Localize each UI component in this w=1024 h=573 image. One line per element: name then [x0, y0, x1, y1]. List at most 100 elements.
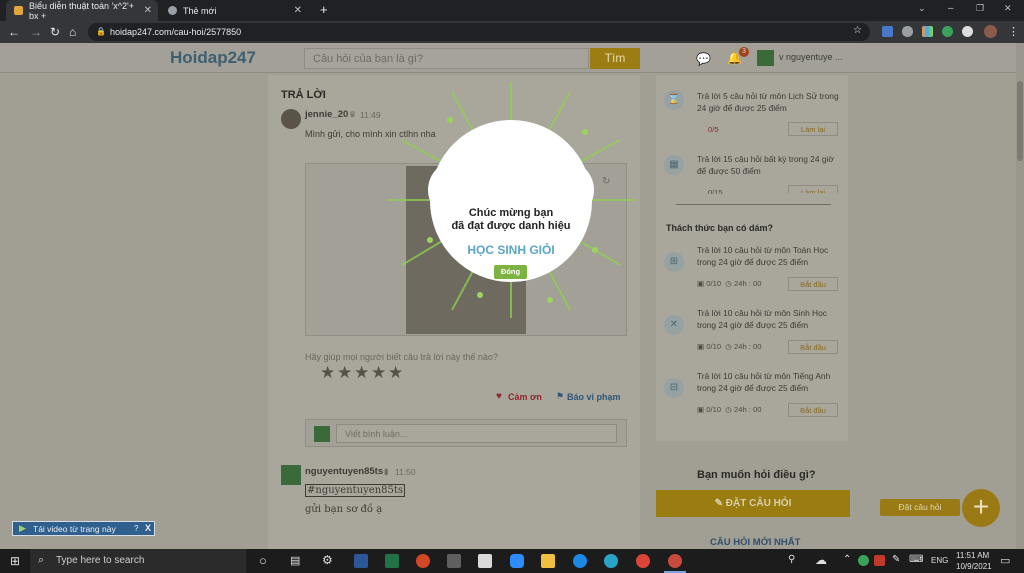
address-bar[interactable]: 🔒 hoidap247.com/cau-hoi/2577850 ☆ [88, 23, 870, 41]
thanks-button[interactable]: Cảm ơn [508, 392, 542, 402]
pen-icon[interactable]: ✎ [892, 554, 900, 565]
profile-avatar[interactable] [984, 25, 997, 38]
search-button[interactable]: Tìm [590, 48, 640, 69]
close-icon[interactable]: X [145, 523, 151, 533]
video-download-bar[interactable]: ▶ Tải video từ trang này ? X [12, 521, 155, 536]
zalo-icon[interactable] [573, 554, 587, 568]
challenge-progress: ▣ 0/10 ◷ 24h : 00 [697, 279, 762, 288]
answer-username[interactable]: nguyentuyen85ts [305, 466, 383, 477]
task-progress: 0/5 [708, 125, 719, 134]
heart-icon: ♥ [496, 391, 502, 402]
username-label[interactable]: v nguyentuye ... [779, 52, 843, 62]
glasses-ext-icon[interactable] [902, 26, 913, 37]
chrome-favicon-icon [168, 6, 177, 15]
new-tab-button[interactable]: + [320, 2, 328, 17]
back-arrow-icon[interactable]: ← [8, 25, 20, 39]
bookmark-star-icon[interactable]: ☆ [853, 25, 862, 36]
answer-text: gửi bạn sơ đồ ạ [305, 504, 383, 515]
rating-star-icon[interactable]: ★ [388, 363, 403, 383]
edge-icon[interactable] [604, 554, 618, 568]
word-icon[interactable] [354, 554, 368, 568]
tray-chevron-icon[interactable]: ⌃ [843, 554, 851, 565]
ask-question-button[interactable]: ✎ ĐẶT CÂU HỎI [656, 490, 850, 517]
task-view-icon[interactable]: ▤ [290, 554, 300, 567]
minimize-icon[interactable]: – [948, 3, 954, 14]
answer-avatar [281, 465, 301, 485]
tab-search-icon[interactable]: ⌄ [918, 3, 926, 14]
tab-close-icon[interactable]: ✕ [294, 5, 302, 16]
comment-avatar [314, 426, 330, 442]
clock-date[interactable]: 10/9/2021 [956, 562, 992, 571]
user-avatar[interactable] [757, 50, 774, 66]
popup-close-button[interactable]: Đóng [494, 265, 527, 279]
close-window-icon[interactable]: ✕ [1004, 3, 1012, 14]
translate-ext-icon[interactable] [882, 26, 893, 37]
chat-icon[interactable]: 💬 [696, 52, 711, 66]
people-icon[interactable]: ⚲ [788, 554, 795, 565]
home-icon[interactable]: ⌂ [69, 25, 76, 39]
tab-new[interactable]: Thẻ mới ✕ [160, 0, 308, 21]
tray-antivirus-icon[interactable] [874, 555, 885, 566]
start-button[interactable]: Bắt đầu [788, 277, 838, 291]
keyboard-icon[interactable]: ⌨ [909, 554, 923, 565]
tab-title: Biểu diễn thuật toán 'x^2'+ bx + [29, 0, 134, 21]
comment-box: Viết bình luận... [305, 419, 627, 447]
taskbar-search-placeholder: Type here to search [56, 555, 145, 566]
fab-label[interactable]: Đặt câu hỏi [880, 499, 960, 516]
answer-avatar [281, 109, 301, 129]
forward-arrow-icon[interactable]: → [30, 25, 42, 39]
color-ext-icon[interactable] [922, 26, 933, 37]
popup-subtitle: đã đạt được danh hiệu [451, 220, 571, 232]
retry-button[interactable]: Làm lại [788, 185, 838, 193]
restore-icon[interactable]: ❐ [976, 3, 984, 14]
chrome-icon[interactable] [636, 554, 650, 568]
calculator-icon[interactable] [447, 554, 461, 568]
rank-icon: ▮ [384, 467, 389, 476]
zoom-icon[interactable] [510, 554, 524, 568]
help-icon[interactable]: ? [134, 524, 138, 533]
start-button[interactable]: Bắt đầu [788, 340, 838, 354]
start-button[interactable]: Bắt đầu [788, 403, 838, 417]
rating-star-icon[interactable]: ★ [354, 363, 369, 383]
tab-close-icon[interactable]: ✕ [144, 5, 152, 16]
answer-username[interactable]: jennie_20 [305, 109, 348, 120]
tab-title: Thẻ mới [183, 5, 217, 16]
retry-button[interactable]: Làm lại [788, 122, 838, 136]
challenge-text: Trả lời 10 câu hỏi từ môn Tiếng Anh tron… [697, 371, 831, 393]
weather-cloud-icon[interactable]: ☁ [815, 553, 827, 567]
dna-icon: ✕ [664, 315, 684, 335]
site-logo[interactable]: Hoidap247 [170, 48, 256, 68]
answers-heading: TRẢ LỜI [281, 89, 326, 101]
rating-star-icon[interactable]: ★ [371, 363, 386, 383]
language-indicator[interactable]: ENG [931, 556, 948, 565]
store-icon[interactable] [478, 554, 492, 568]
reload-icon[interactable]: ↻ [50, 25, 60, 39]
tab-active[interactable]: Biểu diễn thuật toán 'x^2'+ bx + ✕ [6, 0, 158, 21]
comment-input[interactable]: Viết bình luận... [336, 424, 617, 443]
excel-icon[interactable] [385, 554, 399, 568]
menu-kebab-icon[interactable]: ⋮ [1008, 25, 1019, 38]
powerpoint-icon[interactable] [416, 554, 430, 568]
windows-taskbar: ⊞ ⌕ Type here to search ○ ▤ ⚙ ⚲ ☁ ⌃ ✎ ⌨ … [0, 549, 1024, 573]
tray-app-icon[interactable] [858, 555, 869, 566]
rating-star-icon[interactable]: ★ [320, 363, 335, 383]
settings-gear-icon[interactable]: ⚙ [322, 553, 333, 567]
rating-star-icon[interactable]: ★ [337, 363, 352, 383]
challenge-heading: Thách thức bạn có dám? [666, 223, 774, 233]
notifications-icon[interactable]: ▭ [1000, 554, 1010, 567]
tasks-sidebar: ⌛ Trả lời 5 câu hỏi từ môn Lịch Sử trong… [656, 75, 848, 441]
cortana-icon[interactable]: ○ [259, 553, 267, 568]
chrome-profile-icon[interactable] [668, 554, 682, 568]
clock-time[interactable]: 11:51 AM [956, 551, 989, 560]
download-label[interactable]: Tải video từ trang này [33, 524, 116, 534]
leaf-ext-icon[interactable] [942, 26, 953, 37]
add-question-fab[interactable]: + [962, 489, 1000, 527]
ask-question-label: ĐẶT CÂU HỎI [725, 498, 792, 509]
scrollbar-thumb[interactable] [1017, 81, 1023, 161]
pie-ext-icon[interactable] [962, 26, 973, 37]
windows-start-icon[interactable]: ⊞ [10, 554, 20, 568]
report-button[interactable]: Báo vi phạm [567, 392, 621, 402]
search-input[interactable]: Câu hỏi của bạn là gì? [304, 48, 589, 69]
file-explorer-icon[interactable] [541, 554, 555, 568]
taskbar-search-input[interactable]: ⌕ Type here to search [30, 549, 246, 573]
